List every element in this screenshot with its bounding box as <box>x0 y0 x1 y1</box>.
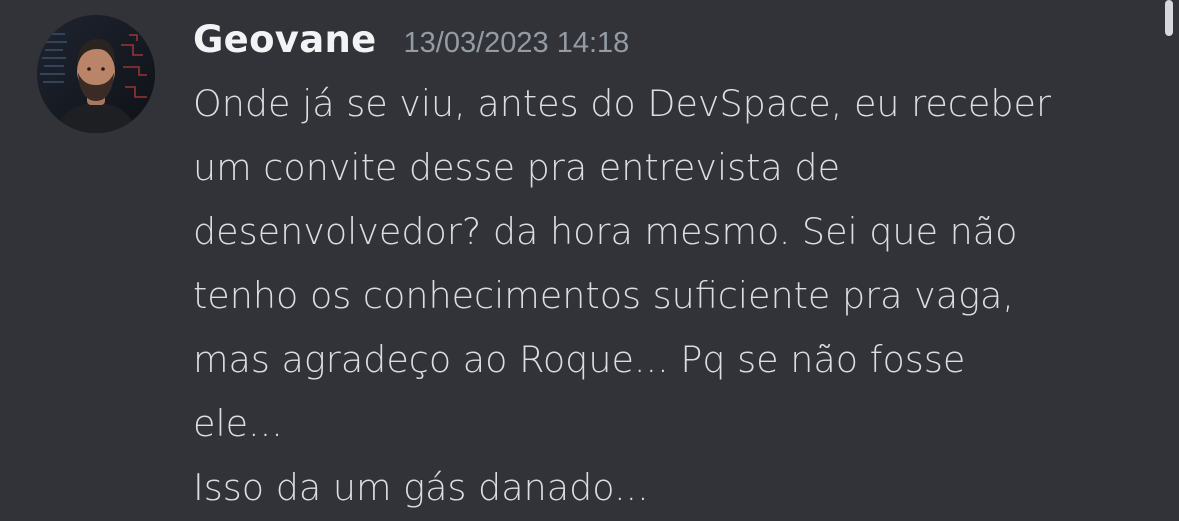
chat-message: Geovane 13/03/2023 14:18 Onde já se viu,… <box>0 0 1150 521</box>
message-timestamp: 13/03/2023 14:18 <box>403 27 630 59</box>
avatar-photo <box>37 15 155 133</box>
message-line: Isso da um gás danado... <box>193 466 649 509</box>
message-line: mas agradeço ao Roque... Pq se não fosse <box>193 338 966 381</box>
avatar[interactable] <box>37 15 155 133</box>
message-header: Geovane 13/03/2023 14:18 <box>193 12 629 68</box>
message-line: tenho os conhecimentos suficiente pra va… <box>193 274 1014 317</box>
message-line: desenvolvedor? da hora mesmo. Sei que nã… <box>193 210 1018 253</box>
message-line: Onde já se viu, antes do DevSpace, eu re… <box>193 82 1051 125</box>
scrollbar-thumb[interactable] <box>1165 0 1173 36</box>
message-line: ele... <box>193 402 283 445</box>
message-line: um convite desse pra entrevista de <box>193 146 841 189</box>
chat-area: Geovane 13/03/2023 14:18 Onde já se viu,… <box>0 0 1179 521</box>
message-content: Onde já se viu, antes do DevSpace, eu re… <box>193 72 1143 520</box>
username[interactable]: Geovane <box>193 12 377 68</box>
